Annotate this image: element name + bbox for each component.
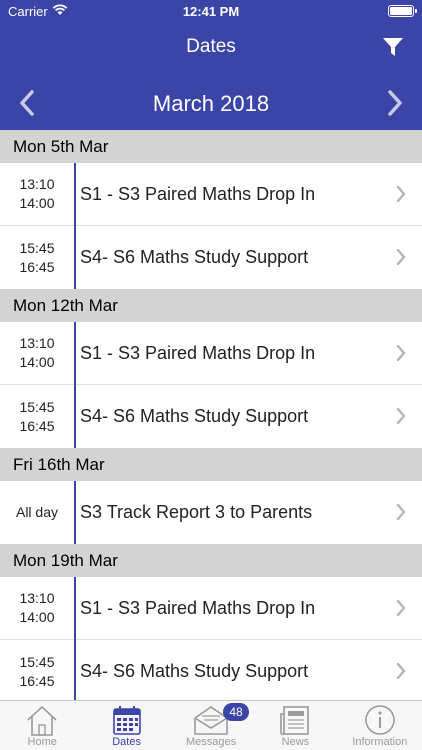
event-title: S1 - S3 Paired Maths Drop In bbox=[80, 342, 316, 363]
home-icon bbox=[27, 705, 57, 736]
section-header: Mon 12th Mar bbox=[0, 289, 422, 322]
section-header: Fri 16th Mar bbox=[0, 448, 422, 481]
events-list[interactable]: Mon 5th Mar 13:10 14:00 S1 - S3 Paired M… bbox=[0, 130, 422, 700]
filter-icon[interactable] bbox=[382, 36, 404, 58]
tab-news-label: News bbox=[281, 736, 310, 748]
tab-information-label: Information bbox=[352, 736, 408, 748]
tab-dates-label: Dates bbox=[112, 736, 141, 748]
event-start: 13:10 bbox=[19, 590, 55, 606]
tab-home[interactable]: Home bbox=[0, 701, 84, 750]
section-header: Mon 19th Mar bbox=[0, 544, 422, 577]
event-row[interactable]: All day S3 Track Report 3 to Parents bbox=[0, 481, 422, 544]
page-title: Dates bbox=[186, 36, 236, 57]
chevron-right-icon bbox=[396, 599, 406, 617]
event-row[interactable]: 15:45 16:45 S4- S6 Maths Study Support bbox=[0, 640, 422, 700]
tab-dates[interactable]: Dates bbox=[84, 701, 168, 750]
status-bar: Carrier 12:41 PM bbox=[0, 0, 422, 22]
timeline-divider bbox=[74, 130, 76, 700]
tab-home-label: Home bbox=[27, 736, 57, 748]
event-row[interactable]: 15:45 16:45 S4- S6 Maths Study Support bbox=[0, 226, 422, 289]
event-times: 15:45 16:45 bbox=[0, 226, 74, 289]
chevron-right-icon bbox=[396, 662, 406, 680]
event-row[interactable]: 13:10 14:00 S1 - S3 Paired Maths Drop In bbox=[0, 163, 422, 226]
battery-icon bbox=[388, 5, 417, 17]
messages-badge: 48 bbox=[223, 703, 250, 721]
chevron-right-icon bbox=[396, 185, 406, 203]
event-title: S4- S6 Maths Study Support bbox=[80, 661, 309, 681]
event-start: 15:45 bbox=[19, 239, 55, 256]
newspaper-icon bbox=[280, 706, 310, 736]
event-start: 13:10 bbox=[19, 335, 55, 351]
event-start: 13:10 bbox=[19, 176, 55, 192]
event-title: S4- S6 Maths Study Support bbox=[80, 247, 309, 267]
event-times: 13:10 14:00 bbox=[0, 577, 74, 639]
event-start: 15:45 bbox=[19, 653, 55, 670]
event-allday: All day bbox=[15, 504, 59, 520]
event-end: 14:00 bbox=[19, 609, 55, 625]
event-title: S3 Track Report 3 to Parents bbox=[80, 502, 313, 522]
navigation-bar: Dates bbox=[0, 22, 422, 72]
event-end: 16:45 bbox=[19, 417, 55, 434]
tab-news[interactable]: News bbox=[253, 701, 337, 750]
event-row[interactable]: 13:10 14:00 S1 - S3 Paired Maths Drop In bbox=[0, 577, 422, 640]
event-end: 16:45 bbox=[19, 672, 55, 689]
tab-information[interactable]: Information bbox=[338, 701, 422, 750]
event-end: 14:00 bbox=[19, 354, 55, 370]
section-header: Mon 5th Mar bbox=[0, 130, 422, 163]
event-title: S4- S6 Maths Study Support bbox=[80, 406, 309, 426]
month-label: March 2018 bbox=[152, 91, 270, 116]
tab-bar: Home Dates 48 Messages News Information bbox=[0, 700, 422, 750]
month-selector: March 2018 bbox=[0, 75, 422, 130]
chevron-right-icon bbox=[396, 344, 406, 362]
tab-messages[interactable]: 48 Messages bbox=[169, 701, 253, 750]
app-header: Carrier 12:41 PM Dates March 2018 bbox=[0, 0, 422, 130]
tab-messages-label: Messages bbox=[185, 736, 237, 748]
event-start: 15:45 bbox=[19, 398, 55, 415]
chevron-right-icon[interactable] bbox=[382, 89, 406, 117]
event-times: 13:10 14:00 bbox=[0, 163, 74, 225]
calendar-icon bbox=[112, 706, 141, 735]
event-times: All day bbox=[0, 481, 74, 544]
event-row[interactable]: 15:45 16:45 S4- S6 Maths Study Support bbox=[0, 385, 422, 448]
event-times: 15:45 16:45 bbox=[0, 385, 74, 448]
chevron-right-icon bbox=[396, 248, 406, 266]
event-end: 16:45 bbox=[19, 258, 55, 275]
info-icon bbox=[365, 705, 395, 735]
event-title: S1 - S3 Paired Maths Drop In bbox=[80, 597, 316, 618]
event-end: 14:00 bbox=[19, 195, 55, 211]
event-times: 15:45 16:45 bbox=[0, 640, 74, 700]
chevron-right-icon bbox=[396, 407, 406, 425]
chevron-right-icon bbox=[396, 503, 406, 521]
status-time: 12:41 PM bbox=[182, 4, 240, 19]
event-times: 13:10 14:00 bbox=[0, 322, 74, 384]
event-title: S1 - S3 Paired Maths Drop In bbox=[80, 183, 316, 204]
event-row[interactable]: 13:10 14:00 S1 - S3 Paired Maths Drop In bbox=[0, 322, 422, 385]
